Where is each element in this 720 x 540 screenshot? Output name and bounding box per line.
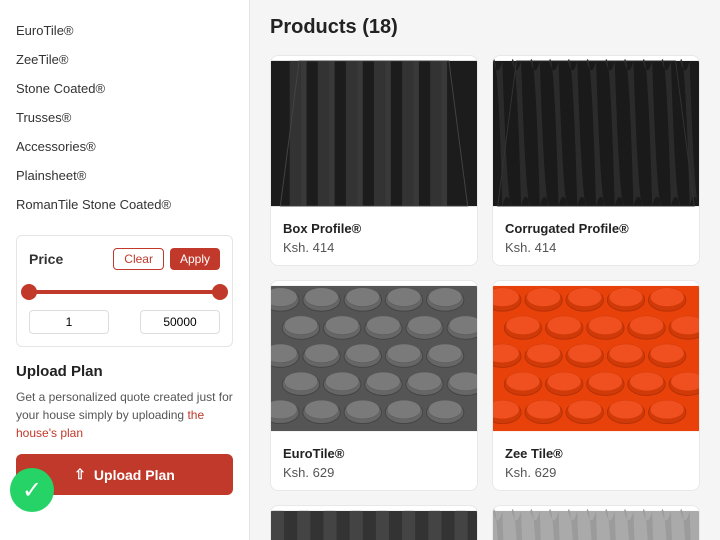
whatsapp-button[interactable]: ✓ — [10, 468, 54, 512]
price-filter-label: Price — [29, 251, 63, 267]
product-price-zee-tile: Ksh. 629 — [505, 465, 687, 480]
product-info-corrugated-profile: Corrugated Profile® Ksh. 414 — [493, 211, 699, 265]
product-image-box-profile — [271, 56, 477, 211]
range-inputs — [29, 310, 220, 334]
product-card-corrugated-profile[interactable]: Corrugated Profile® Ksh. 414 — [492, 55, 700, 266]
price-range-slider[interactable] — [29, 282, 220, 302]
product-card-box-profile[interactable]: Box Profile® Ksh. 414 — [270, 55, 478, 266]
product-card-zee-tile[interactable]: Zee Tile® Ksh. 629 — [492, 280, 700, 491]
sidebar-item-stone-coated[interactable]: Stone Coated® — [16, 74, 233, 103]
range-thumb-max[interactable] — [212, 284, 228, 300]
sidebar-item-zeetile[interactable]: ZeeTile® — [16, 45, 233, 74]
product-image-eurotile — [271, 281, 477, 436]
product-name-box-profile: Box Profile® — [283, 221, 465, 236]
product-info-zee-tile: Zee Tile® Ksh. 629 — [493, 436, 699, 490]
products-title: Products (18) — [270, 16, 700, 39]
sidebar-item-eurotile[interactable]: EuroTile® — [16, 16, 233, 45]
range-fill — [29, 290, 220, 294]
product-price-corrugated-profile: Ksh. 414 — [505, 240, 687, 255]
main-content: Products (18) Box Profile®Ksh. 41 — [250, 0, 720, 540]
upload-plan-description: Get a personalized quote created just fo… — [16, 388, 233, 442]
product-card-product5[interactable]: Product 5®Ksh. 414 — [270, 505, 478, 540]
product-image-corrugated-profile — [493, 56, 699, 211]
product-image-product5 — [271, 506, 477, 540]
product-price-box-profile: Ksh. 414 — [283, 240, 465, 255]
range-thumb-min[interactable] — [21, 284, 37, 300]
products-grid: Box Profile® Ksh. 414 Corrugated Profile®… — [270, 55, 700, 540]
clear-button[interactable]: Clear — [113, 248, 164, 270]
product-name-eurotile: EuroTile® — [283, 446, 465, 461]
product-image-zee-tile — [493, 281, 699, 436]
upload-icon: ⇧ — [74, 466, 86, 483]
sidebar-item-trusses[interactable]: Trusses® — [16, 103, 233, 132]
sidebar-item-romantile[interactable]: RomanTile Stone Coated® — [16, 190, 233, 219]
products-count: (18) — [362, 16, 398, 38]
sidebar-item-accessories[interactable]: Accessories® — [16, 132, 233, 161]
product-image-product6 — [493, 506, 699, 540]
sidebar: EuroTile®ZeeTile®Stone Coated®Trusses®Ac… — [0, 0, 250, 540]
sidebar-navigation: EuroTile®ZeeTile®Stone Coated®Trusses®Ac… — [0, 16, 249, 219]
product-card-eurotile[interactable]: EuroTile® Ksh. 629 — [270, 280, 478, 491]
upload-plan-button-label: Upload Plan — [94, 467, 175, 483]
product-name-corrugated-profile: Corrugated Profile® — [505, 221, 687, 236]
apply-button[interactable]: Apply — [170, 248, 220, 270]
product-name-zee-tile: Zee Tile® — [505, 446, 687, 461]
sidebar-item-plainsheet[interactable]: Plainsheet® — [16, 161, 233, 190]
range-max-input[interactable] — [140, 310, 220, 334]
product-info-box-profile: Box Profile® Ksh. 414 — [271, 211, 477, 265]
price-filter-section: Price Clear Apply — [16, 235, 233, 347]
product-info-eurotile: EuroTile® Ksh. 629 — [271, 436, 477, 490]
products-title-text: Products — [270, 16, 357, 38]
range-min-input[interactable] — [29, 310, 109, 334]
product-price-eurotile: Ksh. 629 — [283, 465, 465, 480]
product-card-product6[interactable]: Product 6®Ksh. 414 — [492, 505, 700, 540]
upload-plan-link[interactable]: the house's plan — [16, 408, 204, 440]
upload-plan-title: Upload Plan — [16, 363, 233, 380]
price-filter-actions: Clear Apply — [113, 248, 220, 270]
price-filter-header: Price Clear Apply — [29, 248, 220, 270]
